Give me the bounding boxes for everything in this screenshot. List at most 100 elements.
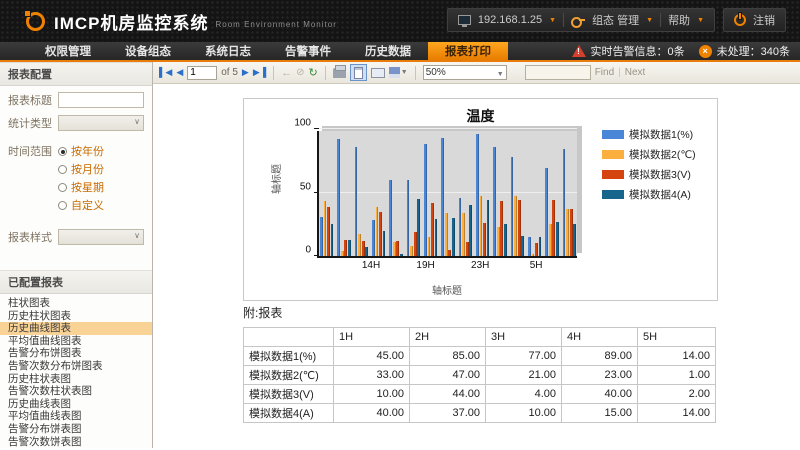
report-title-input[interactable] bbox=[58, 92, 144, 108]
report-list-item[interactable]: 告警次数柱状表图 bbox=[0, 385, 152, 398]
bar-series2-group13 bbox=[532, 254, 535, 257]
find-button[interactable]: Find bbox=[595, 67, 614, 78]
nav-tab-3[interactable]: 系统日志 bbox=[188, 42, 268, 60]
app-title: IMCP机房监控系统 bbox=[54, 9, 209, 34]
bar-series1-group9 bbox=[459, 198, 462, 256]
value-cell: 21.00 bbox=[486, 366, 562, 385]
nav-tab-5[interactable]: 历史数据 bbox=[348, 42, 428, 60]
report-list-item[interactable]: 告警分布饼图表 bbox=[0, 347, 152, 360]
bar-series2-group10 bbox=[480, 196, 483, 256]
table-column-header: 2H bbox=[410, 328, 486, 347]
print-button[interactable] bbox=[333, 68, 346, 78]
value-cell: 23.00 bbox=[562, 366, 638, 385]
report-list-item[interactable]: 告警次数分布饼图表 bbox=[0, 360, 152, 373]
nav-tab-2[interactable]: 设备组态 bbox=[108, 42, 188, 60]
chevron-down-icon[interactable]: ▼ bbox=[549, 17, 556, 24]
report-list-item[interactable]: 告警次数饼表图 bbox=[0, 436, 152, 448]
report-list-item[interactable]: 历史柱状图表 bbox=[0, 310, 152, 323]
radio-icon[interactable] bbox=[58, 201, 67, 210]
radio-selected-icon[interactable] bbox=[58, 147, 67, 156]
unhandled-alarm-status[interactable]: × 未处理：340条 bbox=[699, 43, 790, 59]
table-header-row: 1H2H3H4H5H bbox=[244, 328, 716, 347]
time-range-option-2[interactable]: 按月份 bbox=[58, 161, 104, 177]
configured-reports-header: 已配置报表 bbox=[0, 270, 152, 294]
stat-type-label: 统计类型 bbox=[8, 115, 58, 131]
bar-series3-group8 bbox=[448, 250, 451, 256]
bar-series4-group13 bbox=[539, 237, 542, 256]
radio-icon[interactable] bbox=[58, 183, 67, 192]
logout-button[interactable]: 注销 bbox=[723, 8, 786, 32]
nav-tab-6[interactable]: 报表打印 bbox=[428, 42, 508, 60]
bar-series3-group10 bbox=[483, 223, 486, 256]
back-button[interactable]: ← bbox=[281, 67, 292, 79]
bar-series4-group7 bbox=[435, 219, 438, 256]
prev-page-button[interactable]: ◀ bbox=[176, 68, 183, 77]
bar-series2-group11 bbox=[497, 227, 500, 256]
bar-series4-group6 bbox=[417, 199, 420, 256]
header-menu-group: 192.168.1.25 ▼ 组态 管理 ▼ 帮助 ▼ bbox=[447, 8, 715, 32]
report-style-select[interactable] bbox=[58, 229, 144, 245]
page-number-input[interactable] bbox=[187, 66, 217, 80]
last-page-button[interactable]: ▶▐ bbox=[253, 68, 266, 77]
radio-label: 按月份 bbox=[71, 161, 104, 177]
report-list-item[interactable]: 柱状图表 bbox=[0, 297, 152, 310]
radio-icon[interactable] bbox=[58, 165, 67, 174]
y-tick-label-50: 50 bbox=[300, 181, 311, 192]
bar-series1-group8 bbox=[441, 138, 444, 256]
first-page-button[interactable]: ▌◀ bbox=[159, 68, 172, 77]
legend-item-2: 模拟数据2(℃) bbox=[602, 147, 696, 162]
table-row: 模拟数据4(A)40.0037.0010.0015.0014.00 bbox=[244, 404, 716, 423]
bar-series3-group2 bbox=[344, 240, 347, 257]
export-dropdown-icon[interactable]: ▼ bbox=[401, 69, 408, 76]
report-list-item[interactable]: 平均值曲线图表 bbox=[0, 335, 152, 348]
monitor-icon bbox=[458, 15, 471, 25]
ip-address-menu[interactable]: 192.168.1.25 bbox=[478, 14, 542, 26]
nav-tab-4[interactable]: 告警事件 bbox=[268, 42, 348, 60]
chevron-down-icon[interactable]: ▼ bbox=[697, 17, 704, 24]
legend-label: 模拟数据1(%) bbox=[629, 127, 693, 142]
divider bbox=[325, 66, 326, 80]
sidebar: 报表配置 报表标题 统计类型 时间范围 按年份按月份按星期自定义 报表样式 bbox=[0, 62, 153, 448]
print-layout-toggle[interactable] bbox=[350, 64, 367, 81]
report-list-item[interactable]: 平均值曲线表图 bbox=[0, 410, 152, 423]
chart-legend: 模拟数据1(%)模拟数据2(℃)模拟数据3(V)模拟数据4(A) bbox=[602, 127, 696, 202]
nav-tab-1[interactable]: 权限管理 bbox=[28, 42, 108, 60]
error-circle-icon: × bbox=[699, 45, 712, 58]
report-list-item[interactable]: 历史柱状表图 bbox=[0, 373, 152, 386]
bar-series1-group1 bbox=[320, 217, 323, 256]
time-range-option-4[interactable]: 自定义 bbox=[58, 197, 104, 213]
radio-label: 按星期 bbox=[71, 179, 104, 195]
chevron-down-icon[interactable]: ▼ bbox=[646, 17, 653, 24]
divider bbox=[563, 13, 564, 27]
stat-type-select[interactable] bbox=[58, 115, 144, 131]
time-range-option-1[interactable]: 按年份 bbox=[58, 143, 104, 159]
app-subtitle: Room Environment Monitor bbox=[216, 20, 337, 29]
find-input[interactable] bbox=[525, 65, 591, 80]
legend-item-4: 模拟数据4(A) bbox=[602, 187, 696, 202]
row-name-cell: 模拟数据4(A) bbox=[244, 404, 334, 423]
x-tick-label-23H: 23H bbox=[471, 260, 489, 271]
refresh-button[interactable]: ↻ bbox=[309, 66, 318, 79]
stop-button[interactable]: ⊘ bbox=[296, 67, 304, 78]
export-button[interactable] bbox=[389, 67, 400, 78]
value-cell: 10.00 bbox=[334, 385, 410, 404]
page-setup-button[interactable] bbox=[371, 68, 385, 78]
report-style-label: 报表样式 bbox=[8, 229, 58, 245]
divider bbox=[273, 66, 274, 80]
find-next-button[interactable]: Next bbox=[625, 67, 646, 78]
report-list-item[interactable]: 历史曲线图表 bbox=[0, 322, 152, 335]
value-cell: 89.00 bbox=[562, 347, 638, 366]
help-menu[interactable]: 帮助 bbox=[668, 12, 690, 28]
report-list-item[interactable]: 告警分布饼表图 bbox=[0, 423, 152, 436]
radio-label: 自定义 bbox=[71, 197, 104, 213]
config-manage-menu[interactable]: 组态 管理 bbox=[592, 12, 639, 28]
time-range-option-3[interactable]: 按星期 bbox=[58, 179, 104, 195]
report-list-item[interactable]: 历史曲线表图 bbox=[0, 398, 152, 411]
next-page-button[interactable]: ▶ bbox=[242, 68, 249, 77]
bar-series2-group5 bbox=[393, 242, 396, 256]
chart-container: 温度 轴标题 05010014H19H23H5H 轴标题 模拟数据1(%)模拟数… bbox=[243, 98, 718, 301]
value-cell: 40.00 bbox=[334, 404, 410, 423]
realtime-alarm-status: 实时告警信息：0条 bbox=[572, 43, 685, 59]
zoom-select[interactable]: 50% bbox=[423, 65, 507, 80]
bar-series3-group5 bbox=[396, 241, 399, 256]
